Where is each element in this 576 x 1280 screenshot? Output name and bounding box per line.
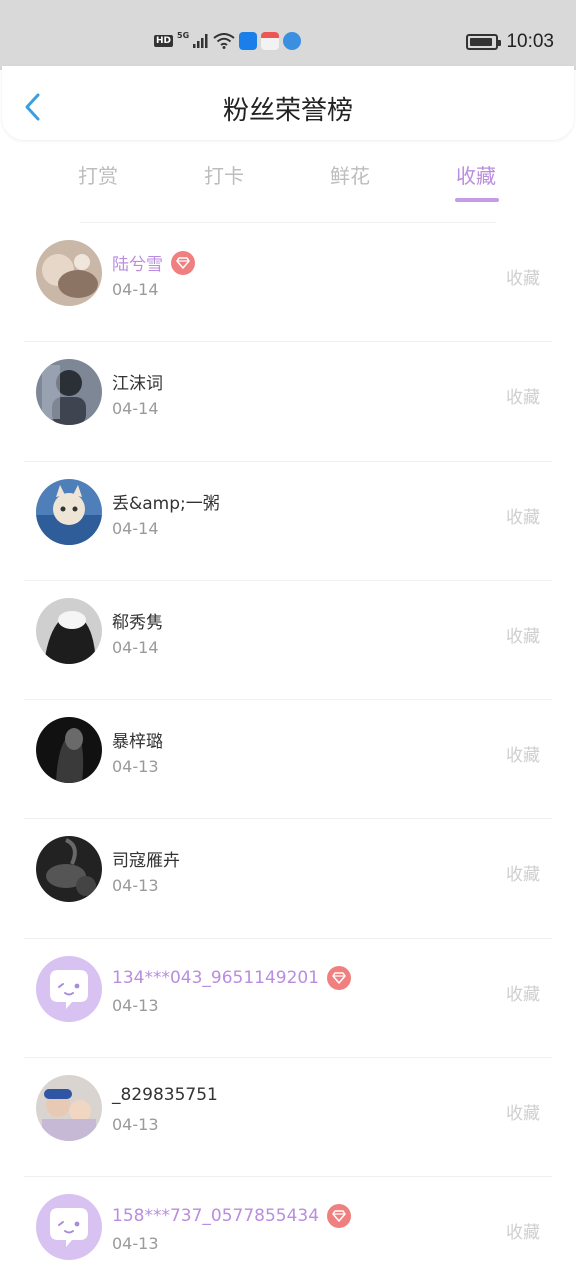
avatar[interactable]	[36, 597, 102, 664]
tab-flowers[interactable]: 鲜花	[330, 160, 370, 189]
avatar[interactable]	[36, 478, 102, 545]
name-line: 暴梓璐	[112, 727, 163, 752]
list-item[interactable]: 司寇雁卉 04-13 收藏	[0, 818, 576, 937]
vip-badge	[171, 250, 195, 275]
fan-name: 郗秀隽	[112, 612, 163, 633]
fan-list: 陆兮雪 04-14 收藏 江沫词 04-14 收藏 丢&amp;一粥 04-14 收藏 郗秀隽 04…	[0, 222, 576, 1280]
fan-name: 江沫词	[112, 374, 163, 395]
status-bar: HD 5G 10:03	[0, 0, 576, 70]
list-item[interactable]: 暴梓璐 04-13 收藏	[0, 699, 576, 818]
diamond-icon	[332, 972, 346, 984]
name-line: 江沫词	[112, 369, 163, 394]
name-line: 郗秀隽	[112, 608, 163, 633]
avatar[interactable]	[36, 717, 102, 784]
fan-date: 04-14	[112, 637, 159, 657]
tab-checkin[interactable]: 打卡	[204, 160, 244, 189]
avatar[interactable]	[36, 359, 102, 426]
fan-name: 134***043_9651149201	[112, 967, 320, 988]
tab-bar: 打赏 打卡 鲜花 收藏	[0, 152, 576, 212]
name-line: 陆兮雪	[112, 250, 195, 275]
name-line: 司寇雁卉	[112, 846, 180, 871]
diamond-icon	[176, 256, 190, 269]
list-item[interactable]: 丢&amp;一粥 04-14 收藏	[0, 460, 576, 580]
browser-app-icon	[283, 32, 302, 50]
fan-name: 158***737_0577855434	[112, 1206, 320, 1227]
list-item[interactable]: 郗秀隽 04-14 收藏	[0, 579, 576, 699]
fan-name: 陆兮雪	[112, 255, 163, 275]
shield-app-icon	[239, 32, 258, 50]
action-label[interactable]: 收藏	[506, 741, 540, 766]
fan-date: 04-13	[112, 1115, 159, 1135]
wifi-icon	[213, 33, 235, 49]
avatar[interactable]	[36, 955, 102, 1022]
active-tab-indicator	[455, 198, 499, 202]
tab-favorites[interactable]: 收藏	[456, 160, 496, 189]
fan-date: 04-14	[112, 280, 159, 299]
tab-tip[interactable]: 打赏	[78, 160, 118, 189]
action-label[interactable]: 收藏	[506, 503, 540, 528]
fan-name: 司寇雁卉	[112, 851, 180, 872]
avatar[interactable]	[36, 1075, 102, 1142]
page-title: 粉丝荣誉榜	[222, 96, 353, 126]
action-label[interactable]: 收藏	[506, 1218, 540, 1243]
fan-date: 04-13	[112, 757, 159, 777]
action-label[interactable]: 收藏	[506, 383, 540, 408]
action-label[interactable]: 收藏	[506, 264, 540, 289]
vip-badge	[327, 1204, 352, 1229]
action-label[interactable]: 收藏	[506, 1099, 540, 1124]
fan-date: 04-13	[112, 995, 159, 1015]
avatar[interactable]	[36, 836, 102, 903]
avatar[interactable]	[36, 240, 102, 306]
name-line: 158***737_0577855434	[112, 1204, 352, 1229]
fan-name: 丢&amp;一粥	[112, 493, 220, 514]
name-line: _829835751	[112, 1085, 218, 1105]
list-item[interactable]: 158***737_0577855434 04-13 收藏	[0, 1176, 576, 1280]
clock: 10:03	[506, 31, 554, 52]
page-header: 粉丝荣誉榜	[2, 66, 574, 140]
diamond-icon	[332, 1210, 346, 1223]
action-label[interactable]: 收藏	[506, 860, 540, 885]
list-item[interactable]: 134***043_9651149201 04-13 收藏	[0, 937, 576, 1057]
avatar[interactable]	[36, 1194, 102, 1261]
name-line: 134***043_9651149201	[112, 965, 352, 990]
action-label[interactable]: 收藏	[506, 980, 540, 1005]
fan-date: 04-14	[112, 518, 159, 538]
fan-name: 暴梓璐	[112, 732, 163, 753]
name-line: 丢&amp;一粥	[112, 489, 220, 514]
signal-icon	[193, 34, 208, 48]
battery-icon	[466, 34, 502, 50]
list-item[interactable]: 江沫词 04-14 收藏	[0, 341, 576, 460]
fan-date: 04-13	[112, 876, 159, 896]
list-item[interactable]: _829835751 04-13 收藏	[0, 1057, 576, 1176]
vip-badge	[327, 965, 352, 990]
fan-name: _829835751	[112, 1085, 218, 1106]
fan-date: 04-13	[112, 1234, 159, 1254]
list-item[interactable]: 陆兮雪 04-14 收藏	[0, 222, 576, 341]
network-type: 5G	[177, 30, 190, 40]
action-label[interactable]: 收藏	[506, 622, 540, 647]
mail-app-icon	[261, 32, 280, 50]
hd-badge: HD	[154, 35, 174, 47]
fan-date: 04-14	[112, 399, 159, 419]
status-icons: HD 5G	[154, 30, 302, 50]
